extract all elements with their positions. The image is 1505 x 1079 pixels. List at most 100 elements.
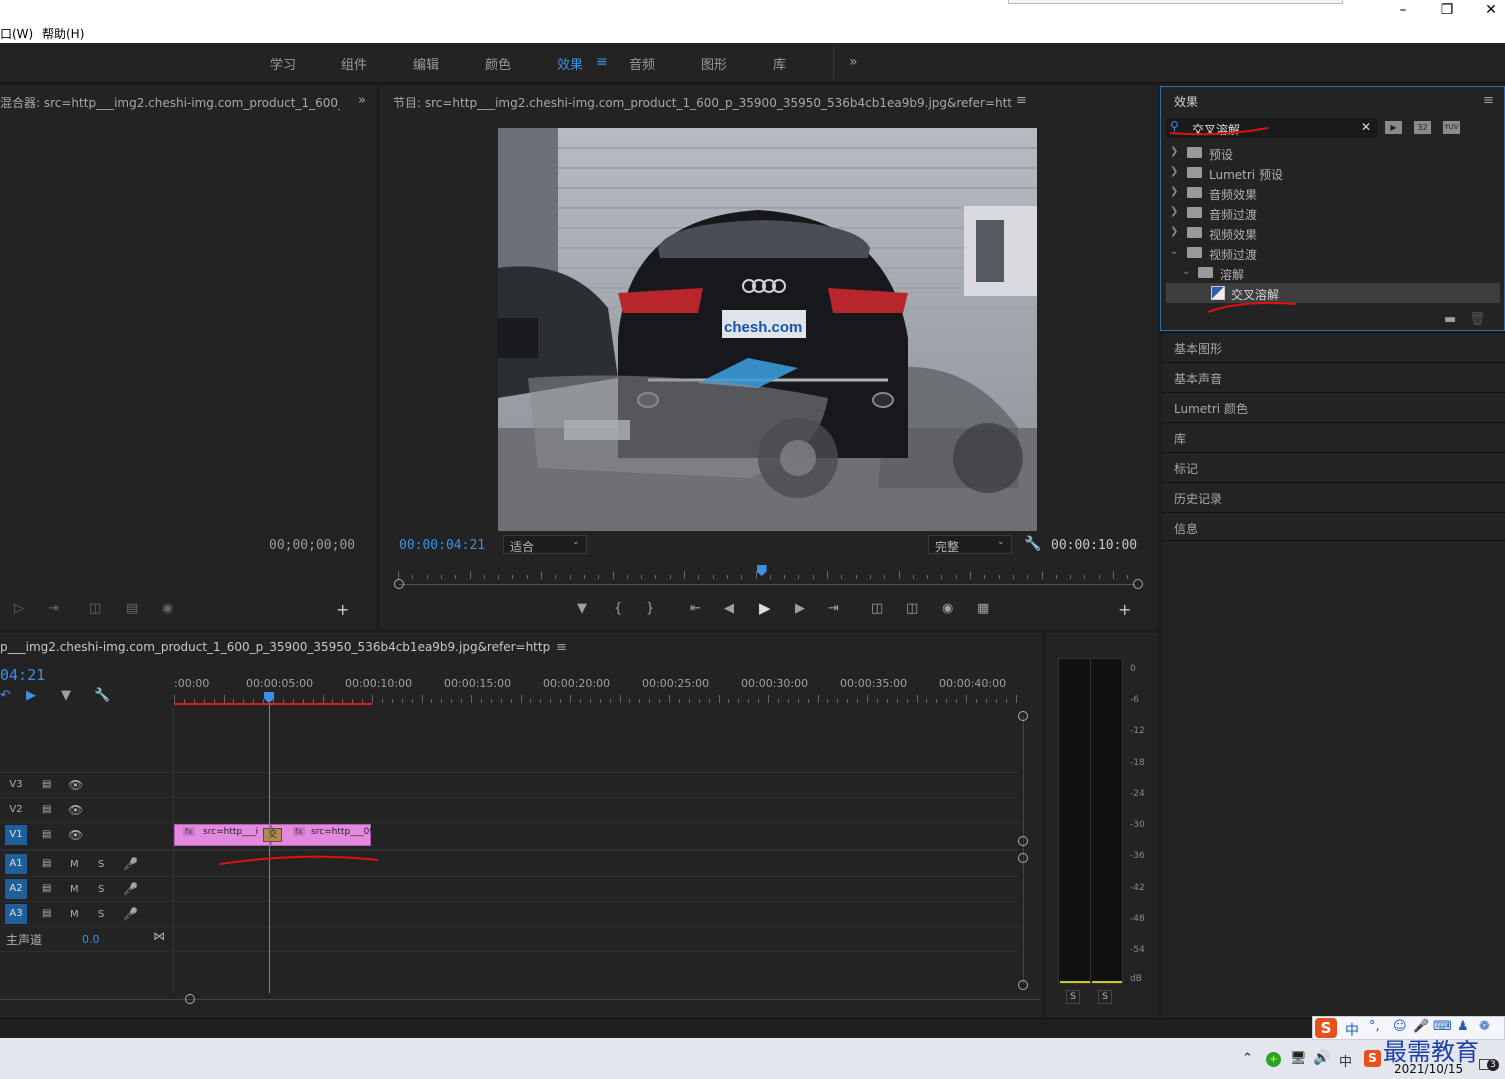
scroll-handle[interactable] (1018, 980, 1028, 990)
wrench-icon[interactable]: 🔧 (1024, 536, 1041, 552)
sogou-tray-icon[interactable]: S (1364, 1050, 1381, 1067)
tree-item-cross-dissolve[interactable]: 交叉溶解 (1166, 283, 1500, 303)
32bit-effects-icon[interactable]: 32 (1414, 121, 1431, 134)
source-timecode[interactable]: 00;00;00;00 (269, 538, 355, 553)
linked-selection-icon[interactable]: ▶ (26, 688, 36, 704)
master-volume[interactable]: 0.0 (82, 933, 100, 946)
tree-item-lumetri-presets[interactable]: ❯ Lumetri 预设 (1166, 163, 1500, 183)
ime-mode-label[interactable]: 中 (1345, 1020, 1359, 1040)
vertical-scrollbar[interactable] (1023, 716, 1024, 984)
sync-lock-icon[interactable]: ▤ (42, 883, 51, 894)
solo-button[interactable]: S (98, 859, 104, 870)
track-v3-label[interactable]: V3 (5, 775, 27, 795)
restore-icon[interactable]: ❐ (1432, 2, 1462, 18)
export-frame-icon[interactable]: ◉ (942, 601, 953, 617)
microphone-icon[interactable]: 🎤 (123, 907, 138, 921)
microphone-icon[interactable]: 🎤 (123, 857, 138, 871)
step-back-icon[interactable]: ◀ (724, 601, 734, 617)
eye-icon[interactable]: 👁 (68, 778, 83, 792)
video-clip-1[interactable]: fx src=http___i (174, 824, 271, 846)
tree-item-dissolve[interactable]: ⌄ 溶解 (1166, 263, 1500, 283)
ime-tray-indicator[interactable]: 中 (1339, 1051, 1352, 1070)
mute-button[interactable]: M (70, 909, 79, 920)
add-button-icon[interactable]: + (1118, 602, 1131, 618)
add-button-icon[interactable]: + (336, 602, 349, 618)
fit-dropdown[interactable]: 适合 ⌄ (503, 535, 587, 554)
tree-item-presets[interactable]: ❯ 预设 (1166, 143, 1500, 163)
hscroll-handle[interactable] (185, 994, 195, 1004)
overwrite-icon[interactable]: ▤ (126, 601, 138, 617)
sync-lock-icon[interactable]: ▤ (42, 858, 51, 869)
panel-info[interactable]: 信息 (1162, 512, 1505, 541)
workspace-graphics[interactable]: 图形 (701, 54, 727, 73)
add-marker-icon[interactable]: ▼ (61, 688, 71, 704)
mark-in-icon[interactable]: ▷ (14, 601, 24, 617)
solo-button[interactable]: S (98, 884, 104, 895)
minimize-icon[interactable]: – (1388, 2, 1418, 18)
scroll-handle[interactable] (1018, 836, 1028, 846)
workspace-menu-icon[interactable]: ≡ (596, 54, 608, 70)
workspace-assembly[interactable]: 组件 (341, 54, 367, 73)
workspace-libraries[interactable]: 库 (773, 54, 786, 73)
program-monitor-title[interactable]: 节目: src=http___img2.cheshi-img.com_produ… (393, 94, 1013, 111)
panel-libraries[interactable]: 库 (1162, 422, 1505, 451)
snap-icon[interactable]: ↶ (0, 688, 11, 704)
panel-markers[interactable]: 标记 (1162, 452, 1505, 481)
sync-lock-icon[interactable]: ▤ (42, 804, 51, 815)
more-workspaces-icon[interactable]: » (849, 54, 858, 70)
solo-button[interactable]: S (98, 909, 104, 920)
mute-button[interactable]: M (70, 884, 79, 895)
tree-item-audio-transitions[interactable]: ❯ 音频过渡 (1166, 203, 1500, 223)
sync-lock-icon[interactable]: ▤ (42, 908, 51, 919)
panel-menu-icon[interactable]: ≡ (1483, 93, 1494, 109)
sync-lock-icon[interactable]: ▤ (42, 779, 51, 790)
insert-icon[interactable]: ◫ (89, 601, 101, 617)
comparison-view-icon[interactable]: ▦ (977, 601, 989, 617)
master-end-icon[interactable]: ⋈ (153, 929, 165, 943)
tree-item-video-transitions[interactable]: ⌄ 视频过渡 (1166, 243, 1500, 263)
panel-overflow-icon[interactable]: » (358, 93, 366, 109)
effects-search-field[interactable]: ⚲ 交叉溶解 ✕ (1166, 118, 1378, 138)
cross-dissolve-transition[interactable]: 交 (263, 828, 282, 842)
lift-icon[interactable]: ◫ (871, 601, 883, 617)
workspace-editing[interactable]: 编辑 (413, 54, 439, 73)
delete-icon[interactable]: 🗑 (1469, 312, 1486, 328)
go-to-out-icon[interactable]: ⇥ (828, 601, 839, 617)
program-current-time[interactable]: 00:00:04:21 (399, 538, 485, 553)
go-to-in-icon[interactable]: ⇤ (690, 601, 701, 617)
workspace-effects[interactable]: 效果 (557, 54, 583, 73)
timeline-current-time[interactable]: 04:21 (0, 666, 45, 684)
panel-essential-sound[interactable]: 基本声音 (1162, 362, 1505, 391)
panel-lumetri-color[interactable]: Lumetri 颜色 (1162, 392, 1505, 421)
tray-expand-icon[interactable]: ⌃ (1242, 1051, 1253, 1066)
go-to-out-icon[interactable]: ⇥ (48, 601, 59, 617)
tree-item-audio-effects[interactable]: ❯ 音频效果 (1166, 183, 1500, 203)
track-a1-label[interactable]: A1 (5, 854, 27, 874)
menu-window[interactable]: 口(W) (0, 25, 33, 42)
close-icon[interactable]: ✕ (1476, 2, 1505, 18)
zoom-handle-left[interactable] (394, 579, 404, 589)
video-clip-2[interactable]: fx src=http___09 (271, 824, 375, 846)
sogou-icon[interactable]: S (1315, 1018, 1337, 1038)
panel-menu-icon[interactable]: ≡ (1016, 93, 1027, 109)
solo-left-button[interactable]: S (1066, 990, 1080, 1004)
yuv-effects-icon[interactable]: YUV (1443, 121, 1460, 134)
taskbar-date[interactable]: 2021/10/15 (1394, 1062, 1463, 1076)
add-marker-icon[interactable]: ▼ (577, 601, 587, 617)
solo-right-button[interactable]: S (1098, 990, 1112, 1004)
track-v1-label[interactable]: V1 (5, 825, 27, 845)
track-a2-label[interactable]: A2 (5, 879, 27, 899)
track-v2-label[interactable]: V2 (5, 800, 27, 820)
zoom-handle-right[interactable] (1133, 579, 1143, 589)
workspace-color[interactable]: 颜色 (485, 54, 511, 73)
tray-app-icon[interactable]: + (1266, 1052, 1281, 1067)
eye-icon[interactable]: 👁 (68, 828, 83, 842)
workspace-audio[interactable]: 音频 (629, 54, 655, 73)
menu-help[interactable]: 帮助(H) (42, 25, 84, 42)
step-forward-icon[interactable]: ▶ (795, 601, 805, 617)
effects-panel-title[interactable]: 效果 (1174, 93, 1198, 110)
tree-item-video-effects[interactable]: ❯ 视频效果 (1166, 223, 1500, 243)
source-monitor-title[interactable]: 混合器: src=http___img2.cheshi-img.com_prod… (0, 94, 340, 111)
quality-dropdown[interactable]: 完整 ⌄ (928, 535, 1012, 554)
mute-button[interactable]: M (70, 859, 79, 870)
